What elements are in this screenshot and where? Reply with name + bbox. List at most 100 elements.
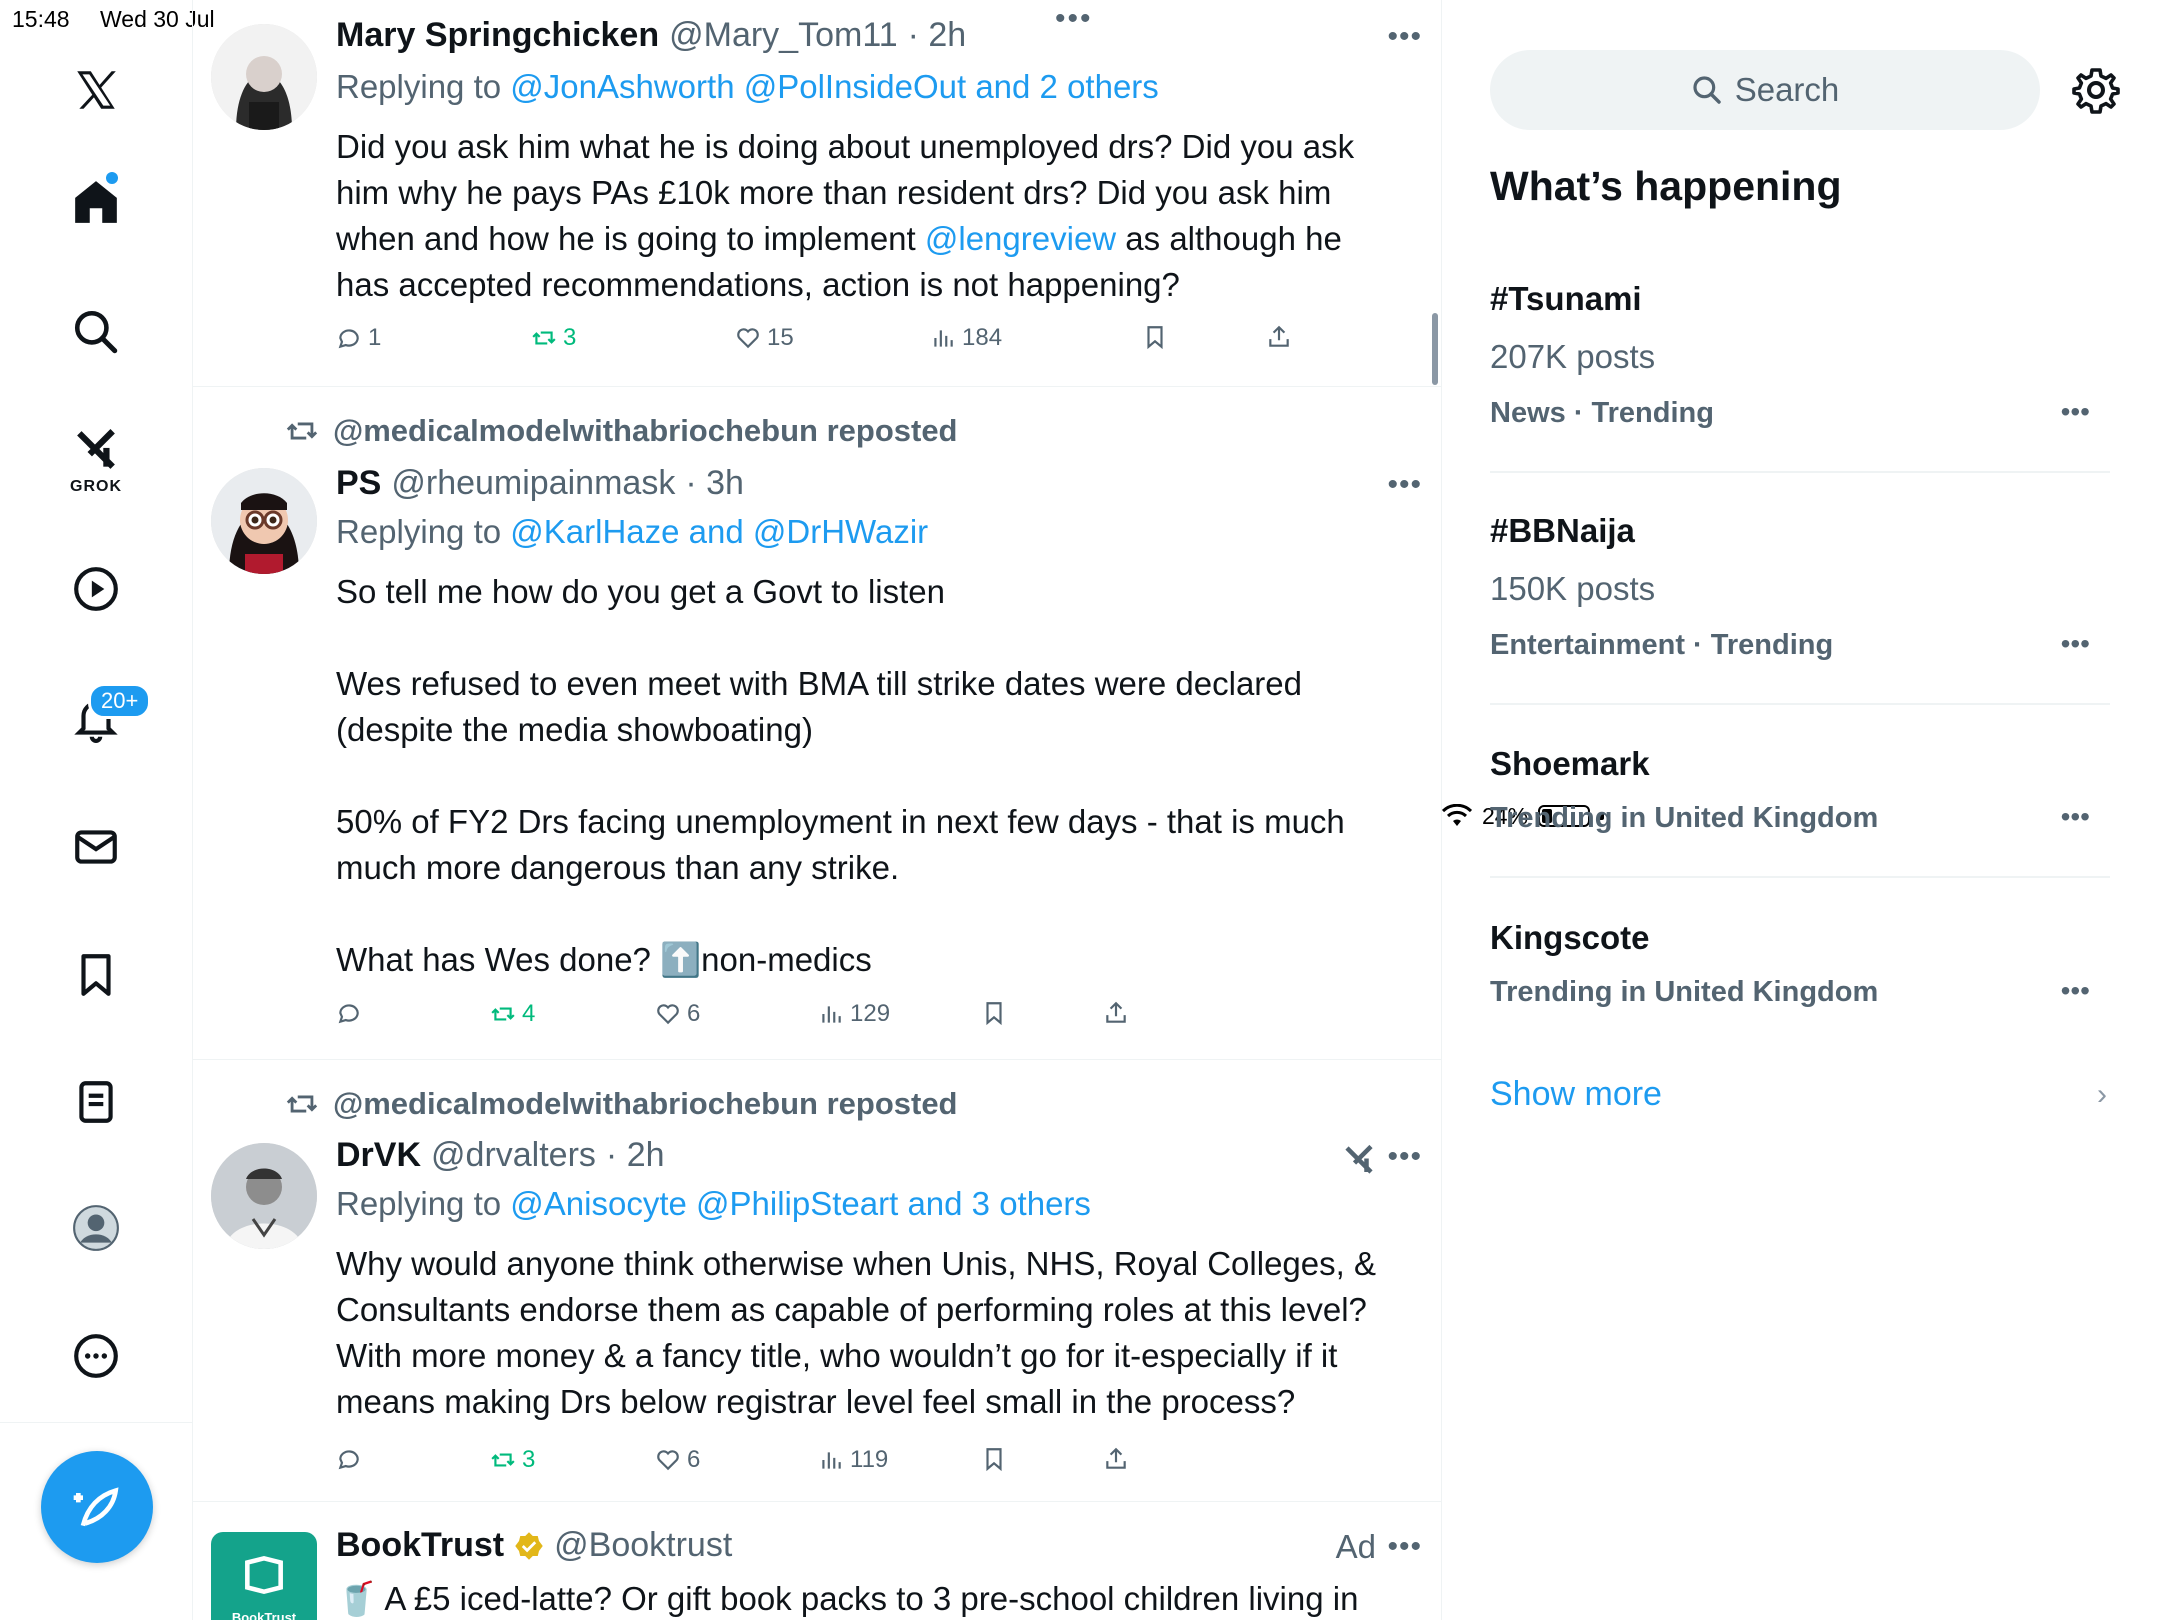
trend-divider	[1490, 471, 2110, 473]
author-handle[interactable]: @rheumipainmask	[391, 464, 675, 503]
trend-item[interactable]: Shoemark Trending in United Kingdom •••	[1490, 745, 2110, 845]
grok-label: GROK	[70, 478, 122, 495]
views-button[interactable]: 119	[818, 1446, 888, 1474]
repost-button[interactable]: 3	[531, 324, 576, 352]
trend-name: #Tsunami	[1490, 280, 1642, 317]
bookmarks-icon[interactable]	[64, 943, 128, 1007]
repost-button[interactable]: 3	[490, 1446, 535, 1474]
share-icon	[1106, 1447, 1126, 1469]
home-icon[interactable]	[64, 170, 128, 234]
bookmark-button[interactable]	[1142, 324, 1168, 350]
share-button[interactable]	[1266, 324, 1292, 350]
search-placeholder: Search	[1734, 71, 1840, 108]
reply-icon	[338, 1004, 359, 1024]
trend-post-count: 150K posts	[1490, 570, 1656, 607]
trend-more-icon[interactable]: •••	[2061, 975, 2090, 1007]
avatar[interactable]	[211, 24, 317, 130]
video-icon[interactable]	[64, 557, 128, 621]
reply-icon	[338, 1450, 359, 1470]
trend-category: Trending in United Kingdom	[1490, 976, 1879, 1008]
reply-button[interactable]	[336, 1446, 368, 1472]
bookmark-icon	[986, 1002, 1002, 1026]
tweet[interactable]: @medicalmodelwithabriochebun reposted Dr…	[193, 1060, 1441, 1502]
tweet-text: 🥤 A £5 iced-latte? Or gift book packs to…	[336, 1580, 1359, 1617]
trend-name: #BBNaija	[1490, 512, 1635, 549]
tweet-header: Mary Springchicken @Mary_Tom11 · 2h	[336, 16, 966, 55]
replying-to: Replying to @KarlHaze and @DrHWazir	[336, 513, 928, 551]
reposted-by[interactable]: @medicalmodelwithabriochebun reposted	[333, 1086, 958, 1122]
avatar[interactable]	[211, 1143, 317, 1249]
tweet-more-icon[interactable]: •••	[1387, 1140, 1422, 1174]
author-handle[interactable]: @drvalters	[431, 1136, 596, 1175]
heart-icon	[657, 1450, 679, 1471]
lists-icon[interactable]	[64, 1070, 128, 1134]
author-handle[interactable]: @Mary_Tom11	[669, 16, 898, 55]
like-count: 6	[687, 1000, 701, 1027]
search-input[interactable]: Search	[1490, 50, 2040, 130]
replying-to-users[interactable]: @KarlHaze and @DrHWazir	[510, 513, 928, 550]
like-button[interactable]: 15	[735, 324, 794, 352]
views-button[interactable]: 129	[818, 1000, 890, 1028]
trend-item[interactable]: #Tsunami 207K posts News · Trending •••	[1490, 280, 2110, 430]
tweet-more-icon[interactable]: •••	[1387, 468, 1422, 502]
like-button[interactable]: 6	[655, 1000, 700, 1028]
tweet-header: PS @rheumipainmask · 3h	[336, 464, 744, 503]
repost-icon	[286, 1095, 318, 1113]
heart-icon	[657, 1004, 679, 1025]
avatar[interactable]	[211, 468, 317, 574]
x-logo-icon[interactable]	[64, 58, 128, 122]
show-more-link[interactable]: Show more	[1490, 1075, 1662, 1114]
trend-more-icon[interactable]: •••	[2061, 801, 2090, 833]
messages-icon[interactable]	[64, 815, 128, 879]
profile-avatar-icon[interactable]	[64, 1196, 128, 1260]
tweet[interactable]: Mary Springchicken @Mary_Tom11 · 2h ••• …	[193, 0, 1441, 387]
trend-category: Trending in United Kingdom	[1490, 802, 1879, 834]
search-icon[interactable]	[64, 300, 128, 364]
author-name[interactable]: PS	[336, 464, 381, 503]
tweet-text: Did you ask him what he is doing about u…	[336, 124, 1396, 308]
trend-divider	[1490, 876, 2110, 878]
more-options-icon[interactable]	[64, 1324, 128, 1388]
view-count: 129	[850, 1000, 891, 1027]
reply-button[interactable]: 1	[336, 324, 381, 352]
bookmark-button[interactable]	[981, 1446, 1007, 1472]
tweet[interactable]: @medicalmodelwithabriochebun reposted PS…	[193, 387, 1441, 1060]
whats-happening-title: What’s happening	[1490, 163, 1842, 209]
settings-gear-icon[interactable]	[2072, 66, 2120, 114]
right-sidebar: Search What’s happening #Tsunami 207K po…	[1442, 0, 2160, 1620]
author-name[interactable]: BookTrust	[336, 1526, 504, 1565]
mention-link[interactable]: @lengreview	[925, 220, 1116, 257]
reply-count: 1	[368, 324, 382, 351]
like-count: 6	[687, 1446, 701, 1473]
trend-item[interactable]: Kingscote Trending in United Kingdom •••	[1490, 919, 2110, 1019]
author-name[interactable]: Mary Springchicken	[336, 16, 659, 55]
replying-to-users[interactable]: @Anisocyte @PhilipSteart and 3 others	[510, 1185, 1091, 1222]
author-handle[interactable]: @Booktrust	[554, 1526, 732, 1565]
tweet-more-icon[interactable]: •••	[1387, 20, 1422, 54]
reply-button[interactable]	[336, 1000, 368, 1026]
grok-icon[interactable]	[1341, 1142, 1377, 1178]
compose-post-button[interactable]	[41, 1451, 153, 1563]
trend-more-icon[interactable]: •••	[2061, 628, 2090, 660]
reposted-by[interactable]: @medicalmodelwithabriochebun reposted	[333, 413, 958, 449]
reply-icon	[338, 329, 359, 349]
views-button[interactable]: 184	[930, 324, 1002, 352]
tweet-more-icon[interactable]: •••	[1387, 1530, 1422, 1564]
grok-icon[interactable]	[64, 418, 128, 482]
promoted-tweet[interactable]: BookTrust BookTrust @Booktrust Ad ••• 🥤 …	[193, 1502, 1441, 1620]
bookmark-button[interactable]	[981, 1000, 1007, 1026]
trend-item[interactable]: #BBNaija 150K posts Entertainment · Tren…	[1490, 512, 2110, 662]
replying-to-users[interactable]: @JonAshworth @PolInsideOut and 2 others	[510, 68, 1159, 105]
like-button[interactable]: 6	[655, 1446, 700, 1474]
share-button[interactable]	[1103, 1000, 1129, 1026]
repost-button[interactable]: 4	[490, 1000, 535, 1028]
replying-to-label: Replying to	[336, 68, 502, 105]
replying-to: Replying to @Anisocyte @PhilipSteart and…	[336, 1185, 1091, 1223]
trend-more-icon[interactable]: •••	[2061, 396, 2090, 428]
feed-scrollbar[interactable]	[1432, 313, 1438, 385]
advertiser-avatar[interactable]: BookTrust	[211, 1532, 317, 1620]
trend-divider	[1490, 703, 2110, 705]
share-button[interactable]	[1103, 1446, 1129, 1472]
author-name[interactable]: DrVK	[336, 1136, 421, 1175]
repost-indicator: @medicalmodelwithabriochebun reposted	[285, 1086, 958, 1122]
